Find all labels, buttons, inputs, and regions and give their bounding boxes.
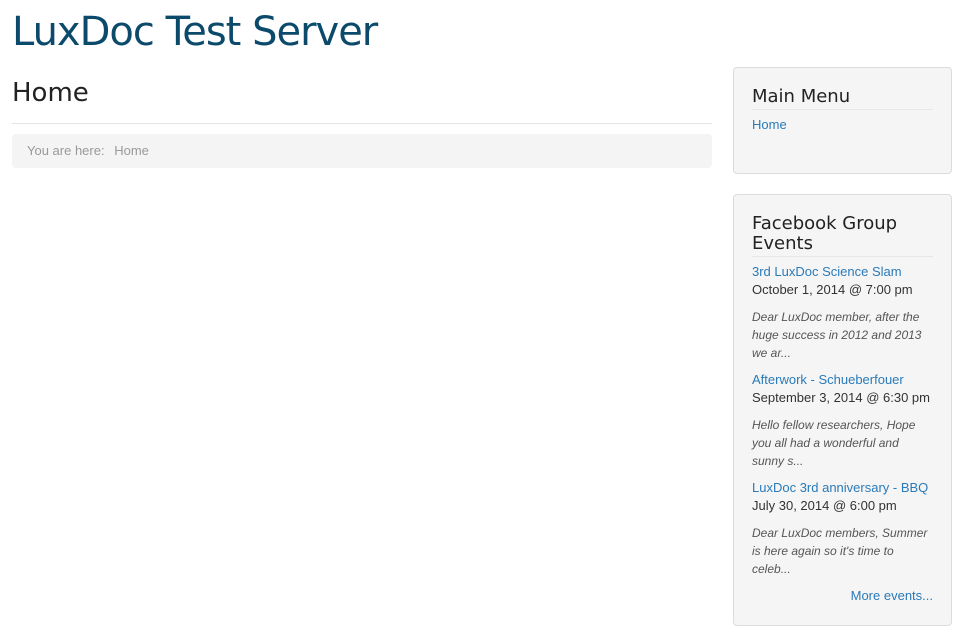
event-item: LuxDoc 3rd anniversary - BBQ July 30, 20…: [752, 479, 933, 578]
page-title: Home: [12, 78, 89, 108]
more-events-link[interactable]: More events...: [752, 587, 933, 605]
main-menu-item-home[interactable]: Home: [752, 116, 933, 133]
event-description: Dear LuxDoc member, after the huge succe…: [752, 310, 922, 360]
event-description: Dear LuxDoc members, Summer is here agai…: [752, 526, 928, 576]
event-date: September 3, 2014 @ 6:30 pm: [752, 390, 930, 405]
breadcrumb: You are here: Home: [12, 134, 712, 168]
event-date: July 30, 2014 @ 6:00 pm: [752, 498, 897, 513]
heading-divider: [12, 123, 712, 124]
event-item: 3rd LuxDoc Science Slam October 1, 2014 …: [752, 263, 933, 362]
breadcrumb-prefix: You are here:: [27, 143, 105, 158]
site-title-link[interactable]: LuxDoc Test Server: [12, 6, 378, 58]
event-date: October 1, 2014 @ 7:00 pm: [752, 282, 913, 297]
event-title-link[interactable]: LuxDoc 3rd anniversary - BBQ: [752, 479, 933, 497]
events-module-title: Facebook Group Events: [752, 214, 933, 257]
main-menu-module: Main Menu Home: [733, 67, 952, 174]
facebook-events-module: Facebook Group Events 3rd LuxDoc Science…: [733, 194, 952, 626]
breadcrumb-item-home: Home: [114, 143, 149, 158]
event-list: 3rd LuxDoc Science Slam October 1, 2014 …: [752, 263, 933, 578]
event-title-link[interactable]: Afterwork - Schueberfouer: [752, 371, 933, 389]
event-title-link[interactable]: 3rd LuxDoc Science Slam: [752, 263, 933, 281]
event-description: Hello fellow researchers, Hope you all h…: [752, 418, 916, 468]
main-menu-title: Main Menu: [752, 87, 933, 110]
event-item: Afterwork - Schueberfouer September 3, 2…: [752, 371, 933, 470]
events-module-title-line1: Facebook Group: [752, 213, 898, 234]
events-module-title-line2: Events: [752, 233, 813, 254]
